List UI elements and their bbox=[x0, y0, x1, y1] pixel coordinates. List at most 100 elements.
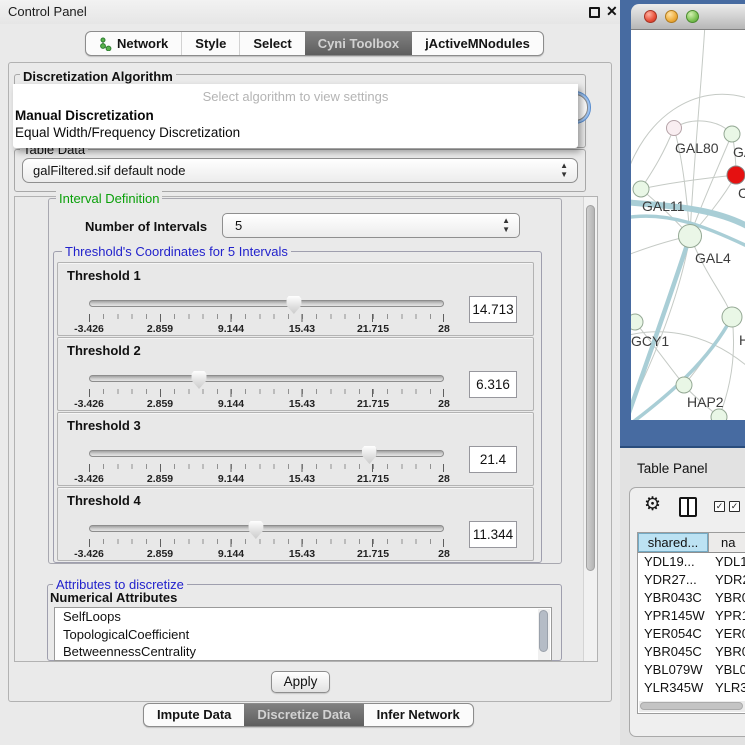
float-window-icon[interactable] bbox=[589, 7, 600, 18]
threshold-3-value-input[interactable]: 21.4 bbox=[469, 446, 517, 473]
axis-label: 15.43 bbox=[289, 398, 315, 410]
number-of-intervals-combobox[interactable]: 5 ▲▼ bbox=[222, 213, 520, 238]
slider-major-ticks bbox=[89, 314, 444, 322]
table-row[interactable]: YBR045CYBR0 bbox=[638, 643, 745, 661]
threshold-2-panel: Threshold 2 -3.4262.8599.14415.4321.7152… bbox=[57, 337, 534, 411]
tab-infer-network[interactable]: Infer Network bbox=[364, 704, 473, 726]
tab-discretize-data[interactable]: Discretize Data bbox=[244, 704, 363, 726]
slider-track[interactable] bbox=[89, 525, 444, 532]
vertical-scrollbar[interactable] bbox=[583, 197, 597, 661]
checkbox-icon[interactable]: ✓ bbox=[714, 501, 725, 512]
network-canvas[interactable]: GAL80 GA GAL11 C GAL4 GCY1 H HAP2 bbox=[631, 30, 745, 420]
list-scrollbar[interactable] bbox=[538, 609, 550, 660]
checkbox-icon[interactable]: ✓ bbox=[729, 501, 740, 512]
axis-label: 28 bbox=[438, 473, 450, 485]
axis-label: 2.859 bbox=[147, 548, 173, 560]
slider-thumb[interactable] bbox=[286, 296, 301, 314]
zoom-traffic-light-icon[interactable] bbox=[686, 10, 699, 23]
table-row[interactable]: YPR145WYPR1 bbox=[638, 607, 745, 625]
close-traffic-light-icon[interactable] bbox=[644, 10, 657, 23]
column-header-shared-name[interactable]: shared... bbox=[638, 533, 708, 552]
threshold-4-panel: Threshold 4 -3.4262.8599.14415.4321.7152… bbox=[57, 487, 534, 561]
horizontal-scrollbar[interactable] bbox=[639, 701, 745, 712]
table-panel-title: Table Panel bbox=[637, 461, 708, 476]
algorithm-option-equal-width[interactable]: Equal Width/Frequency Discretization bbox=[15, 125, 578, 140]
vertical-scrollbar-thumb[interactable] bbox=[586, 205, 595, 571]
node-label: H bbox=[739, 332, 745, 348]
slider-thumb[interactable] bbox=[192, 371, 207, 389]
slider-track[interactable] bbox=[89, 300, 444, 307]
node-bottom[interactable] bbox=[711, 409, 727, 420]
node-green[interactable] bbox=[724, 126, 740, 142]
node-hap2[interactable] bbox=[676, 377, 692, 393]
axis-label: 21.715 bbox=[357, 398, 389, 410]
table-row[interactable]: YLR345WYLR3 bbox=[638, 679, 745, 697]
table-row[interactable]: YDL19...YDL1 bbox=[638, 553, 745, 571]
algorithm-option-manual[interactable]: Manual Discretization bbox=[15, 108, 578, 123]
interval-definition-group-title: Interval Definition bbox=[56, 191, 162, 206]
right-panel: GAL80 GA GAL11 C GAL4 GCY1 H HAP2 Table … bbox=[620, 0, 745, 745]
node-pink[interactable] bbox=[667, 121, 682, 136]
slider-track[interactable] bbox=[89, 375, 444, 382]
top-tab-bar: Network Style Select Cyni Toolbox jActiv… bbox=[85, 31, 544, 56]
algorithm-dropdown-popup: Select algorithm to view settings Manual… bbox=[13, 84, 578, 148]
threshold-2-value-input[interactable]: 6.316 bbox=[469, 371, 517, 398]
tab-cyni-toolbox[interactable]: Cyni Toolbox bbox=[305, 32, 412, 55]
numerical-attributes-list: SelfLoops TopologicalCoefficient Between… bbox=[54, 607, 552, 661]
minimize-traffic-light-icon[interactable] bbox=[665, 10, 678, 23]
tab-jactivemnodules[interactable]: jActiveMNodules bbox=[412, 32, 543, 55]
network-window-frame[interactable]: GAL80 GA GAL11 C GAL4 GCY1 H HAP2 bbox=[620, 0, 745, 448]
horizontal-scrollbar-thumb[interactable] bbox=[640, 702, 743, 710]
node-label: GAL80 bbox=[675, 140, 719, 156]
table-header-row: shared... na bbox=[638, 533, 745, 553]
tab-network[interactable]: Network bbox=[86, 32, 181, 55]
axis-label: 15.43 bbox=[289, 548, 315, 560]
network-window-titlebar[interactable] bbox=[631, 4, 745, 30]
node-gal4[interactable] bbox=[679, 225, 702, 248]
table-data-combobox[interactable]: galFiltered.sif default node ▲▼ bbox=[22, 158, 578, 183]
threshold-2-slider: -3.4262.8599.14415.4321.71528 bbox=[89, 371, 444, 409]
threshold-4-value-input[interactable]: 11.344 bbox=[469, 521, 517, 548]
gear-icon[interactable]: ⚙ bbox=[644, 493, 661, 516]
threshold-1-label: Threshold 1 bbox=[67, 268, 141, 283]
node-attribute-table: shared... na YDL19...YDL1 YDR27...YDR2 Y… bbox=[637, 532, 745, 714]
node-gal11[interactable] bbox=[633, 181, 649, 197]
threshold-3-slider: -3.4262.8599.14415.4321.71528 bbox=[89, 446, 444, 484]
table-row[interactable]: YER054CYER0 bbox=[638, 625, 745, 643]
list-scrollbar-thumb[interactable] bbox=[539, 610, 548, 652]
axis-label: -3.426 bbox=[74, 548, 104, 560]
axis-label: 21.715 bbox=[357, 323, 389, 335]
apply-button[interactable]: Apply bbox=[271, 671, 330, 693]
node-red-selected[interactable] bbox=[727, 166, 745, 184]
threshold-3-panel: Threshold 3 -3.4262.8599.14415.4321.7152… bbox=[57, 412, 534, 486]
axis-label: -3.426 bbox=[74, 323, 104, 335]
table-row[interactable]: YBL079WYBL0 bbox=[638, 661, 745, 679]
list-item[interactable]: TopologicalCoefficient bbox=[55, 626, 551, 644]
threshold-1-value-input[interactable]: 14.713 bbox=[469, 296, 517, 323]
panel-title: Control Panel bbox=[8, 4, 87, 19]
axis-label: 2.859 bbox=[147, 398, 173, 410]
axis-label: 28 bbox=[438, 323, 450, 335]
tab-select[interactable]: Select bbox=[239, 32, 304, 55]
column-layout-icon[interactable] bbox=[679, 497, 697, 517]
slider-thumb[interactable] bbox=[248, 521, 263, 539]
table-row[interactable]: YDR27...YDR2 bbox=[638, 571, 745, 589]
slider-thumb[interactable] bbox=[362, 446, 377, 464]
control-panel-titlebar: Control Panel ✕ bbox=[0, 0, 620, 24]
node-right[interactable] bbox=[722, 307, 742, 327]
tab-style[interactable]: Style bbox=[181, 32, 239, 55]
algorithm-placeholder-option[interactable]: Select algorithm to view settings bbox=[13, 89, 578, 104]
list-item[interactable]: BetweennessCentrality bbox=[55, 643, 551, 661]
column-header-name[interactable]: na bbox=[708, 533, 745, 552]
node-gcy1[interactable] bbox=[631, 314, 643, 330]
slider-axis: -3.4262.8599.14415.4321.71528 bbox=[89, 548, 444, 560]
tab-impute-data[interactable]: Impute Data bbox=[144, 704, 244, 726]
table-row[interactable]: YBR043CYBR0 bbox=[638, 589, 745, 607]
close-icon[interactable]: ✕ bbox=[606, 3, 618, 20]
threshold-4-label: Threshold 4 bbox=[67, 493, 141, 508]
slider-major-ticks bbox=[89, 389, 444, 397]
bottom-tab-bar: Impute Data Discretize Data Infer Networ… bbox=[143, 703, 474, 727]
slider-track[interactable] bbox=[89, 450, 444, 457]
slider-axis: -3.4262.8599.14415.4321.71528 bbox=[89, 323, 444, 335]
list-item[interactable]: SelfLoops bbox=[55, 608, 551, 626]
